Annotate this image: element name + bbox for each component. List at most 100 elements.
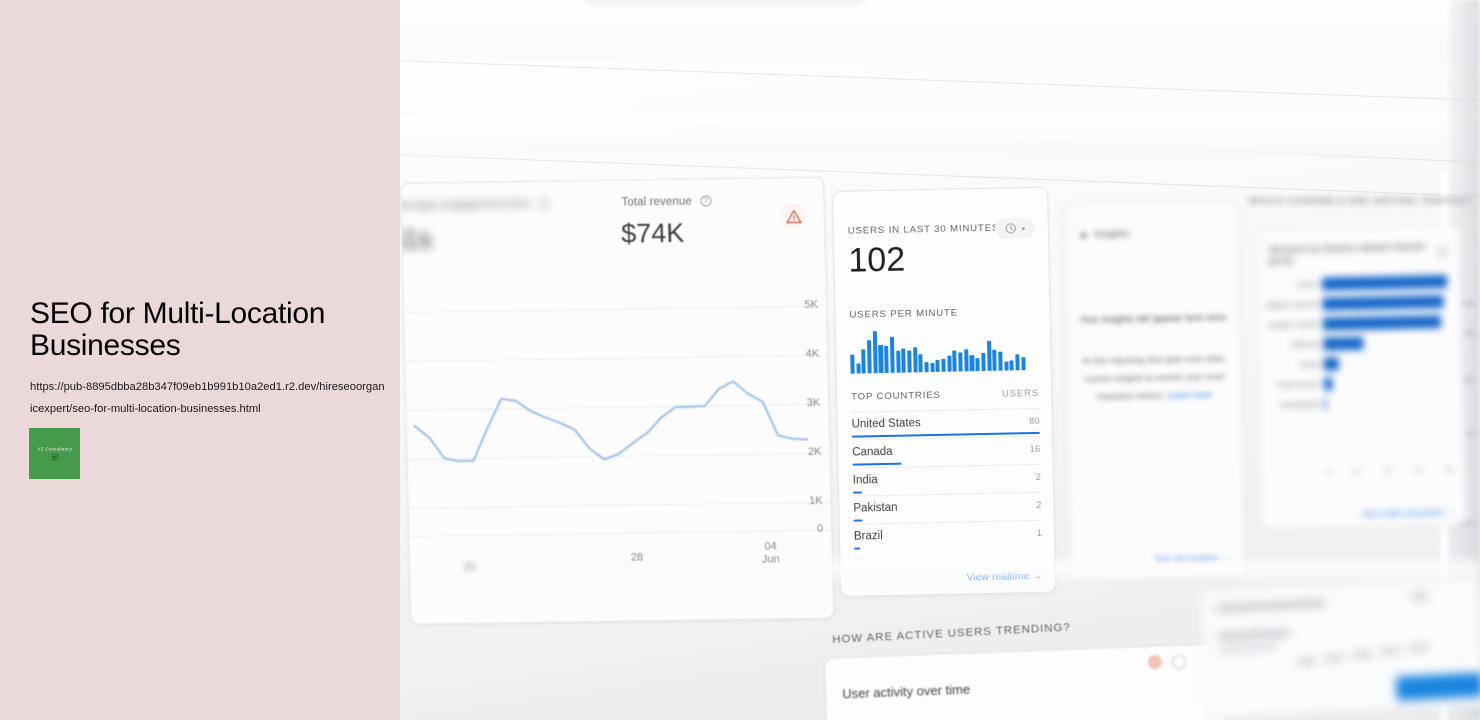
sparkline-bar — [867, 340, 872, 374]
sparkline-bar — [998, 351, 1003, 371]
country-bar — [852, 462, 902, 466]
x-tick-label: 28 — [630, 551, 644, 564]
country-users: 80 — [1028, 415, 1040, 428]
metrics-card: Average engagement time ? 51s Total reve… — [400, 176, 835, 625]
clock-icon[interactable] — [1172, 655, 1186, 669]
insights-header: Insights — [1094, 228, 1130, 241]
sparkline-bar — [1009, 359, 1014, 371]
country-bar — [854, 547, 860, 550]
sparkline-bar — [969, 354, 975, 372]
channel-bar-fill — [1322, 294, 1444, 311]
brand-logo[interactable]: YE Consultancy — [29, 428, 80, 479]
channel-bar-fill — [1324, 397, 1327, 411]
sparkline-bar — [952, 350, 958, 372]
edge-chip — [1464, 330, 1476, 337]
country-bar — [853, 491, 863, 494]
sparkline-bar — [941, 358, 946, 372]
channel-bar-row: Unassigned — [1267, 391, 1452, 415]
dashboard-photo-backdrop: Average engagement time ? 51s Total reve… — [400, 0, 1480, 720]
sparkline-bar — [850, 354, 855, 374]
sparkline-bar — [986, 340, 992, 371]
channel-bar-label: Organic Search — [1265, 299, 1319, 310]
sparkline-bar — [872, 331, 878, 374]
channel-bars-tick: 4K — [1444, 464, 1455, 475]
sparkline-bar — [930, 362, 935, 373]
edge-chip — [1460, 300, 1476, 307]
square-icon — [51, 454, 58, 460]
sparkline-bar — [884, 345, 889, 373]
x-tick-label: 21 — [463, 560, 477, 574]
insights-card: Insights Your insights will appear here … — [1063, 199, 1246, 580]
sparkline-bar — [912, 346, 918, 373]
alert-icon[interactable] — [1148, 655, 1162, 669]
sparkline-bar — [935, 359, 941, 372]
channel-bars-tick: 1K — [1352, 466, 1362, 477]
clock-icon — [1005, 223, 1016, 234]
channel-bar-label: Referral — [1291, 339, 1319, 349]
channel-bar-fill — [1324, 376, 1332, 391]
view-traffic-acquisition-link[interactable]: View traffic acquisition → — [1362, 507, 1455, 519]
country-name: Brazil — [853, 530, 883, 543]
insights-title: Your insights will appear here soon — [1079, 312, 1227, 326]
sparkline-bar — [895, 350, 901, 373]
screenshot-root: Average engagement time ? 51s Total reve… — [0, 0, 1480, 720]
trend-card-icons — [1148, 655, 1186, 669]
help-circle-icon[interactable]: ? — [1437, 246, 1448, 258]
country-row[interactable]: India 2 — [852, 463, 1042, 496]
sparkline-bar — [975, 357, 980, 372]
sparkline-bar — [1004, 361, 1009, 371]
country-name: India — [852, 474, 878, 487]
sparkline-bar — [924, 361, 929, 373]
sparkline-bar — [992, 349, 997, 371]
users-column-header: USERS — [1001, 387, 1040, 400]
country-name: Pakistan — [853, 501, 898, 515]
channel-bar-label: Unassigned — [1279, 399, 1320, 410]
country-users: 16 — [1029, 443, 1041, 456]
channel-bar-label: Paid Search — [1277, 379, 1320, 390]
sparkline-bar — [907, 349, 912, 373]
country-row[interactable]: Brazil 1 — [853, 519, 1043, 552]
users-last-30-label: USERS IN LAST 30 MINUTES — [847, 222, 1000, 237]
insights-body-line: important metrics. Learn more — [1096, 389, 1212, 402]
country-row[interactable]: Pakistan 2 — [853, 491, 1042, 524]
channel-bars-tick: 0 — [1325, 467, 1331, 477]
country-row[interactable]: United States 80 — [851, 407, 1040, 440]
sparkline-bar — [958, 351, 963, 372]
country-name: United States — [851, 417, 921, 431]
country-users: 2 — [1035, 471, 1041, 483]
sparkline-bar — [918, 354, 923, 373]
article-url[interactable]: https://pub-8895dbba28b347f09eb1b991b10a… — [30, 376, 386, 421]
channel-bars-title: Sessions by Session default channel grou… — [1268, 241, 1425, 267]
edge-chip — [1466, 430, 1476, 437]
channel-bar-label: Email — [1299, 359, 1319, 369]
sparkline-bar — [861, 349, 867, 374]
users-last-30-value: 102 — [848, 240, 906, 280]
sparkline-bar — [901, 348, 906, 373]
backdrop-panel — [400, 0, 1480, 58]
top-countries-header: TOP COUNTRIES — [851, 389, 941, 403]
chevron-down-icon — [1021, 226, 1025, 230]
channel-bar-label: Organic Social — [1268, 319, 1319, 330]
channel-bars-tick: 2K — [1382, 466, 1393, 476]
x-tick-label: 04 Jun — [761, 540, 780, 566]
country-name: Canada — [852, 445, 893, 459]
channel-bar-label: Direct — [1297, 279, 1318, 289]
country-users: 2 — [1035, 499, 1042, 511]
users-per-minute-sparkline — [850, 328, 1026, 374]
sparkline-bar — [889, 336, 895, 373]
channel-bar-fill — [1322, 314, 1441, 331]
channel-bar-fill — [1322, 274, 1448, 291]
sparkline-bar — [947, 355, 952, 372]
country-row[interactable]: Canada 16 — [851, 435, 1041, 468]
article-overlay-panel: SEO for Multi-Location Businesses https:… — [0, 0, 400, 720]
time-range-control[interactable] — [994, 217, 1035, 239]
sparkline-bar — [1020, 356, 1026, 371]
sparkline-bar — [856, 362, 861, 374]
channel-bars-axis: 0 1K 2K 3K 4K — [1269, 465, 1454, 478]
channel-bar-fill — [1323, 356, 1339, 371]
insights-body: As this reporting view gets more data, c… — [1077, 349, 1232, 406]
channels-section-label: WHICH CHANNELS ARE DRIVING TRAFFIC? — [1249, 196, 1472, 207]
channel-bars-tick: 3K — [1413, 465, 1424, 475]
country-users: 1 — [1036, 527, 1043, 539]
learn-more-link[interactable]: Learn more — [1168, 390, 1212, 401]
